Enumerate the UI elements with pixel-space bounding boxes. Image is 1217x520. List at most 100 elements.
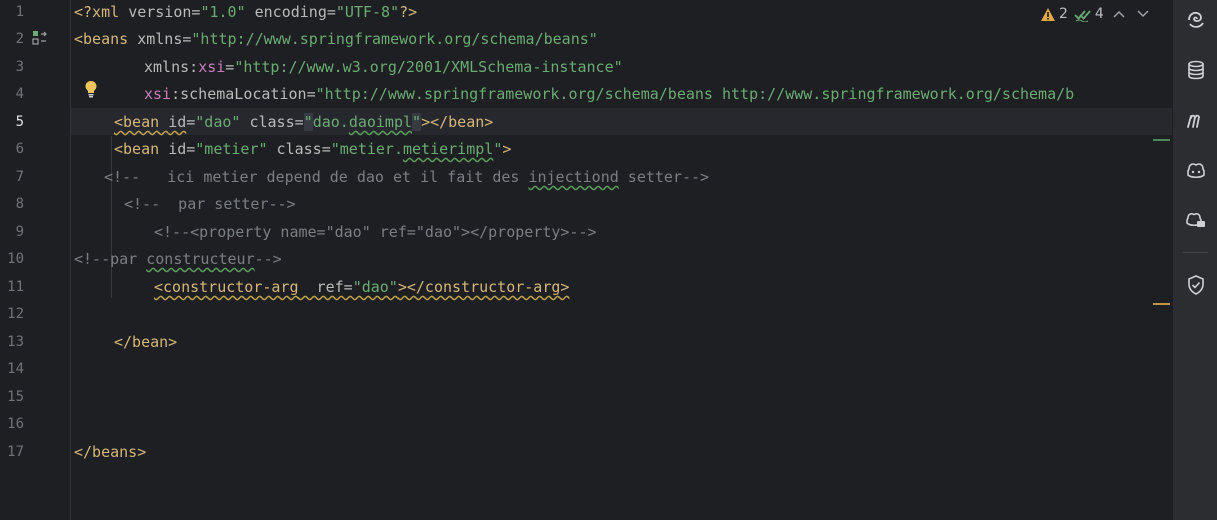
namespace-prefix: xsi [198, 58, 226, 76]
code-line-9[interactable]: <!--<property name="dao" ref="dao"></pro… [154, 221, 597, 243]
attr-value: "http://www.springframework.org/schema/b… [315, 85, 1075, 103]
weak-warnings-indicator[interactable]: 4 [1074, 6, 1104, 22]
tag-open: <constructor-arg [154, 278, 299, 296]
attr-value: "http://www.springframework.org/schema/b… [191, 30, 598, 48]
scrollbar-marker-warning[interactable] [1153, 303, 1170, 305]
code-line-17[interactable]: </beans> [74, 441, 146, 463]
attr-name: id [168, 113, 187, 131]
tag-open: <bean [114, 113, 169, 131]
equals: = [306, 85, 316, 103]
code-line-6[interactable]: <bean id="metier" class="metier.metierim… [114, 138, 511, 160]
code-line-8[interactable]: <!-- par setter--> [124, 193, 296, 215]
tag-close: ></constructor-arg> [397, 278, 570, 296]
line-number-gutter[interactable]: 1 2 3 4 5 6 7 8 9 10 11 12 13 14 15 16 1… [0, 0, 71, 520]
tag-close: </beans> [74, 443, 147, 461]
line-number: 1 [15, 4, 24, 20]
attr-value-quote: " [493, 140, 503, 158]
tag-close: </bean> [114, 333, 178, 351]
security-shield-icon[interactable] [1185, 274, 1207, 296]
comment-typo: constructeur [146, 250, 255, 268]
spring-bean-config-icon[interactable] [32, 30, 48, 46]
line-number: 7 [15, 169, 24, 185]
attr-value-quote: " [412, 113, 422, 131]
code-line-10[interactable]: <!--par constructeur--> [74, 248, 282, 270]
scrollbar-marker-weak-warning[interactable] [1153, 139, 1170, 141]
database-icon[interactable] [1185, 59, 1207, 81]
comment: --> [254, 250, 282, 268]
line-number: 3 [15, 59, 24, 75]
xml-declaration: <?xml [74, 3, 129, 21]
equals: = [294, 113, 304, 131]
attr-name: id [168, 140, 187, 158]
comment-typo: injectiond [528, 168, 619, 186]
attr-name: xmlns: [144, 58, 199, 76]
attr-value: "1.0" [200, 3, 246, 21]
code-editor[interactable]: 1 2 3 4 5 6 7 8 9 10 11 12 13 14 15 16 1… [0, 0, 1172, 520]
chevron-up-icon [1113, 10, 1125, 18]
tag-end: > [502, 140, 512, 158]
ai-assistant-icon[interactable] [1185, 9, 1207, 31]
toolbar-separator [1183, 252, 1208, 253]
code-line-11[interactable]: <constructor-arg ref="dao"></constructor… [154, 276, 569, 298]
tag-close: ></bean> [421, 113, 494, 131]
line-number: 16 [7, 416, 24, 432]
tag-open: <bean [114, 140, 169, 158]
inspection-widget[interactable]: 2 4 [1040, 4, 1152, 24]
previous-highlight-button[interactable] [1110, 5, 1128, 23]
lightbulb-intention-icon[interactable] [83, 80, 99, 98]
attr-value-class: metierimpl [403, 140, 494, 158]
namespace-prefix: xsi [144, 85, 172, 103]
line-number: 9 [15, 224, 24, 240]
warnings-indicator[interactable]: 2 [1040, 6, 1068, 22]
line-number: 4 [15, 86, 24, 102]
attr-name: class [267, 140, 322, 158]
weak-warnings-count: 4 [1094, 6, 1104, 22]
tag-open: <beans [74, 30, 138, 48]
code-line-13[interactable]: </bean> [114, 331, 177, 353]
attr-name: encoding [245, 3, 327, 21]
xml-declaration-end: ?> [399, 3, 418, 21]
indent-guide [111, 136, 112, 298]
code-line-2[interactable]: <beans xmlns="http://www.springframework… [74, 28, 598, 50]
equals: = [186, 140, 196, 158]
code-line-4[interactable]: xsi:schemaLocation="http://www.springfra… [144, 83, 1074, 105]
line-number: 17 [7, 444, 24, 460]
attr-value: "dao" [352, 278, 398, 296]
attr-name: class [240, 113, 295, 131]
right-tool-window-bar [1172, 0, 1217, 520]
attr-value-quote: " [303, 113, 313, 131]
attr-value: "metier. [330, 140, 403, 158]
attr-value: "dao" [195, 113, 241, 131]
line-number: 13 [7, 334, 24, 350]
equals: = [326, 3, 336, 21]
equals: = [186, 113, 196, 131]
attr-value-class: daoimpl [348, 113, 413, 131]
line-number: 14 [7, 361, 24, 377]
attr-name: xmlns [137, 30, 183, 48]
line-number: 12 [7, 306, 24, 322]
attr-name: :schemaLocation [171, 85, 307, 103]
line-number: 11 [7, 279, 24, 295]
double-check-icon [1074, 9, 1091, 22]
code-line-5[interactable]: <bean id="dao" class="dao.daoimpl"></bea… [114, 111, 493, 133]
comment: <!--<property name="dao" ref="dao"></pro… [154, 223, 597, 241]
attr-value: "metier" [195, 140, 268, 158]
attr-name: ref [298, 278, 344, 296]
maven-icon[interactable] [1185, 109, 1207, 131]
warnings-count: 2 [1059, 6, 1068, 22]
attr-value: "UTF-8" [335, 3, 400, 21]
comment: setter--> [618, 168, 710, 186]
comment: <!-- par setter--> [124, 195, 296, 213]
code-line-1[interactable]: <?xml version="1.0" encoding="UTF-8"?> [74, 1, 417, 23]
equals: = [321, 140, 331, 158]
copilot-icon[interactable] [1185, 159, 1207, 181]
next-highlight-button[interactable] [1134, 5, 1152, 23]
equals: = [343, 278, 353, 296]
code-line-3[interactable]: xmlns:xsi="http://www.w3.org/2001/XMLSch… [144, 56, 623, 78]
code-line-7[interactable]: <!-- ici metier depend de dao et il fait… [104, 166, 709, 188]
line-number: 2 [15, 31, 24, 47]
copilot-chat-icon[interactable] [1185, 209, 1207, 231]
line-number: 10 [7, 251, 24, 267]
chevron-down-icon [1137, 10, 1149, 18]
attr-value: "http://www.w3.org/2001/XMLSchema-instan… [234, 58, 623, 76]
